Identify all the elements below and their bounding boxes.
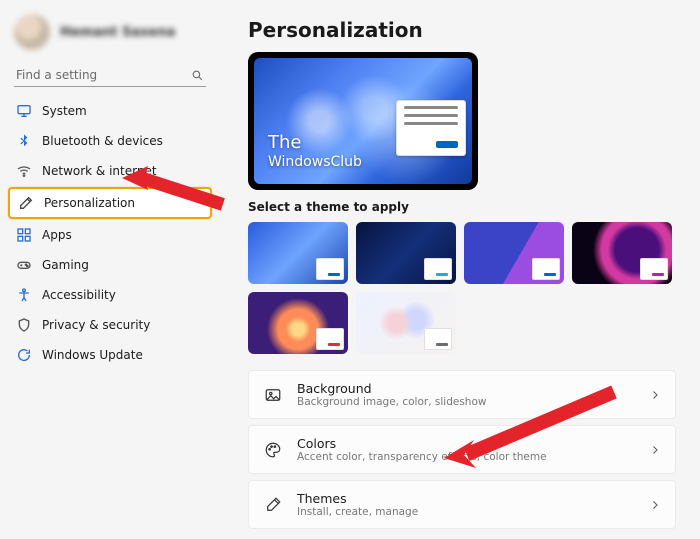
sidebar-item-label: Privacy & security [42,318,150,332]
wifi-icon [16,163,32,179]
sidebar: Hemant Saxena Find a setting System Blue… [0,0,220,539]
paintbrush-icon [18,195,34,211]
settings-list: Background Background image, color, slid… [248,370,676,529]
chevron-right-icon [649,499,661,511]
search-icon [191,69,204,82]
setting-title: Background [297,381,486,396]
sidebar-item-label: Apps [42,228,72,242]
sidebar-item-gaming[interactable]: Gaming [8,251,212,279]
user-name: Hemant Saxena [60,25,175,40]
main-content: Personalization The WindowsClub Select a… [220,0,700,539]
sidebar-item-label: Accessibility [42,288,116,302]
setting-sub: Background image, color, slideshow [297,396,486,408]
palette-icon [263,440,283,460]
annotation-highlight: Personalization [8,187,212,219]
setting-sub: Install, create, manage [297,506,418,518]
search-input[interactable]: Find a setting [14,64,206,87]
setting-title: Themes [297,491,418,506]
sidebar-item-label: Network & internet [42,164,157,178]
setting-colors[interactable]: Colors Accent color, transparency effect… [248,425,676,474]
image-icon [263,385,283,405]
sidebar-item-privacy[interactable]: Privacy & security [8,311,212,339]
sidebar-item-apps[interactable]: Apps [8,221,212,249]
theme-tile[interactable] [248,222,348,284]
sidebar-item-accessibility[interactable]: Accessibility [8,281,212,309]
setting-background[interactable]: Background Background image, color, slid… [248,370,676,419]
watermark: The WindowsClub [268,133,362,170]
chevron-right-icon [649,444,661,456]
avatar [14,14,50,50]
apps-icon [16,227,32,243]
sidebar-item-windows-update[interactable]: Windows Update [8,341,212,369]
bluetooth-icon [16,133,32,149]
brush-icon [263,495,283,515]
user-account-row[interactable]: Hemant Saxena [8,10,212,60]
sidebar-item-label: Personalization [44,196,135,210]
update-icon [16,347,32,363]
sidebar-item-network[interactable]: Network & internet [8,157,212,185]
theme-tile[interactable] [248,292,348,354]
setting-sub: Accent color, transparency effects, colo… [297,451,547,463]
setting-title: Colors [297,436,547,451]
theme-tile[interactable] [356,292,456,354]
desktop-preview[interactable]: The WindowsClub [248,52,478,190]
accessibility-icon [16,287,32,303]
system-icon [16,103,32,119]
themes-grid [248,222,676,354]
chevron-right-icon [649,389,661,401]
gaming-icon [16,257,32,273]
sidebar-item-label: Windows Update [42,348,143,362]
page-title: Personalization [248,18,676,42]
sidebar-item-label: Gaming [42,258,89,272]
sidebar-item-bluetooth[interactable]: Bluetooth & devices [8,127,212,155]
sidebar-item-label: System [42,104,87,118]
theme-tile[interactable] [356,222,456,284]
preview-window [396,100,466,156]
search-placeholder: Find a setting [16,68,97,82]
setting-themes[interactable]: Themes Install, create, manage [248,480,676,529]
sidebar-item-personalization[interactable]: Personalization [10,189,210,217]
theme-tile[interactable] [572,222,672,284]
nav: System Bluetooth & devices Network & int… [8,97,212,369]
sidebar-item-system[interactable]: System [8,97,212,125]
sidebar-item-label: Bluetooth & devices [42,134,163,148]
shield-icon [16,317,32,333]
theme-tile[interactable] [464,222,564,284]
themes-section-label: Select a theme to apply [248,200,676,214]
